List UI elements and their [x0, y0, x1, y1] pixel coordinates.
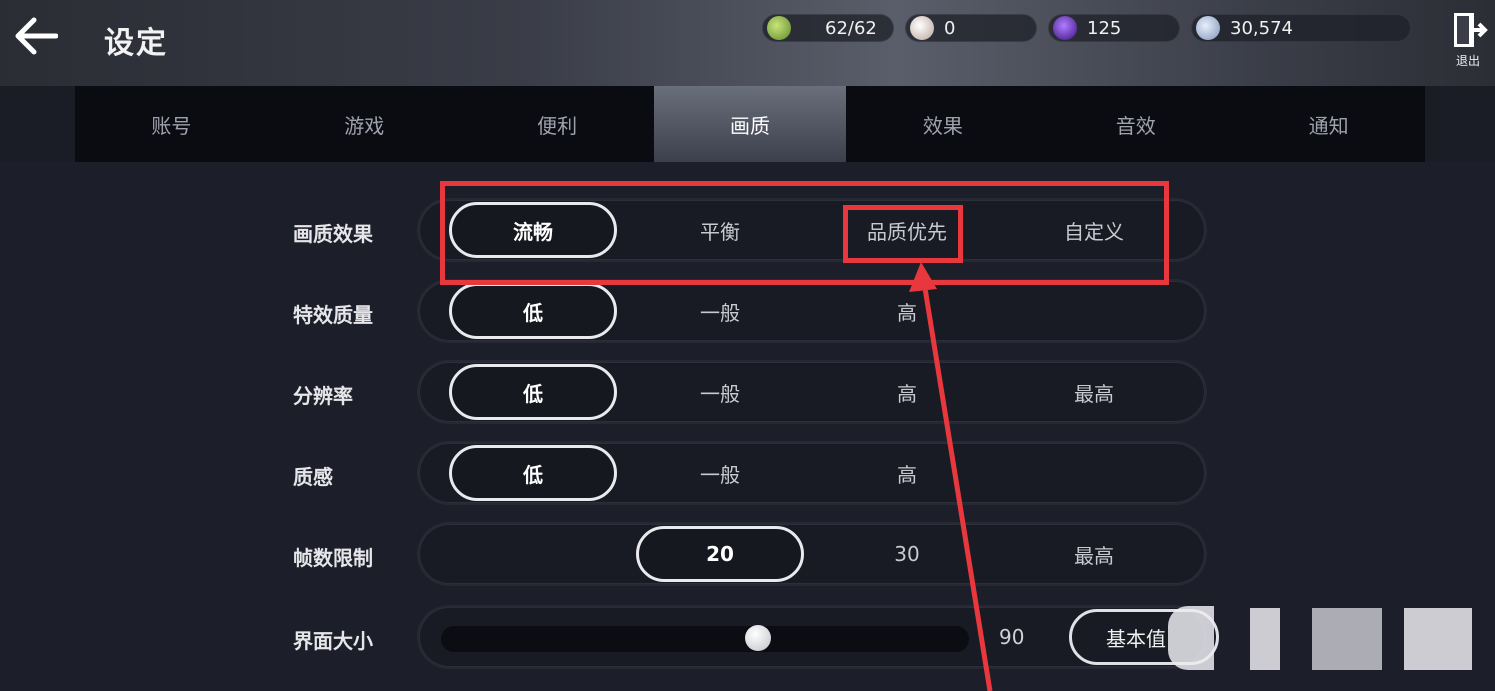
- watermark-block: [1250, 608, 1280, 670]
- ui-size-label: 界面大小: [293, 629, 373, 653]
- exit-door-icon: [1454, 13, 1488, 47]
- resolution-option-highest[interactable]: 最高: [1010, 362, 1178, 422]
- resolution-option-high[interactable]: 高: [823, 362, 991, 422]
- quality-preset-label: 画质效果: [293, 222, 373, 246]
- effect-quality-option-normal[interactable]: 一般: [636, 281, 804, 341]
- ui-size-control: 90 基本值: [417, 605, 1219, 669]
- back-button[interactable]: [10, 14, 60, 58]
- texture-option-high[interactable]: 高: [823, 443, 991, 503]
- quality-preset-option-custom[interactable]: 自定义: [1010, 200, 1178, 260]
- silver-coin-icon: [1196, 16, 1220, 40]
- quality-preset-selector: 流畅 平衡 品质优先 自定义: [417, 198, 1207, 262]
- quality-preset-option-balanced[interactable]: 平衡: [636, 200, 804, 260]
- resource-coin-value: 30,574: [1230, 17, 1293, 39]
- resource-crystal[interactable]: 125: [1048, 14, 1180, 42]
- watermark-block: [1404, 608, 1472, 670]
- frame-limit-selector: 20 30 最高: [417, 522, 1207, 586]
- tab-convenience[interactable]: 便利: [461, 86, 654, 162]
- resolution-option-low[interactable]: 低: [449, 364, 617, 420]
- quality-preset-option-quality[interactable]: 品质优先: [823, 200, 991, 260]
- resource-stamina-value: 62/62: [825, 17, 877, 39]
- resolution-label: 分辨率: [293, 384, 353, 408]
- texture-option-normal[interactable]: 一般: [636, 443, 804, 503]
- texture-option-low[interactable]: 低: [449, 445, 617, 501]
- resource-pearl-value: 0: [944, 17, 956, 39]
- effect-quality-option-low[interactable]: 低: [449, 283, 617, 339]
- tab-account[interactable]: 账号: [75, 86, 268, 162]
- quality-preset-option-smooth[interactable]: 流畅: [449, 202, 617, 258]
- tab-graphics[interactable]: 画质: [653, 86, 847, 162]
- effect-quality-selector: 低 一般 高: [417, 279, 1207, 343]
- resource-stamina[interactable]: 62/62: [762, 14, 894, 42]
- texture-label: 质感: [293, 465, 333, 489]
- tab-sound[interactable]: 音效: [1039, 86, 1232, 162]
- texture-selector: 低 一般 高: [417, 441, 1207, 505]
- back-arrow-icon: [15, 17, 58, 55]
- stamina-icon: [767, 16, 791, 40]
- tab-game[interactable]: 游戏: [268, 86, 461, 162]
- ui-size-value: 90: [999, 625, 1025, 649]
- frame-limit-option-20[interactable]: 20: [636, 526, 804, 582]
- pearl-icon: [910, 16, 934, 40]
- ui-size-slider-track[interactable]: [441, 626, 969, 652]
- top-bar: 设定 62/62 0 125 30,574 退出: [0, 0, 1495, 86]
- frame-limit-label: 帧数限制: [293, 546, 373, 570]
- resource-crystal-value: 125: [1087, 17, 1122, 39]
- tab-notification[interactable]: 通知: [1232, 86, 1425, 162]
- ui-size-slider-handle[interactable]: [744, 625, 771, 651]
- effect-quality-label: 特效质量: [293, 303, 373, 327]
- resource-pearl[interactable]: 0: [905, 14, 1037, 42]
- tab-effects[interactable]: 效果: [846, 86, 1039, 162]
- watermark-block: [1168, 606, 1214, 670]
- effect-quality-option-high[interactable]: 高: [823, 281, 991, 341]
- watermark-block: [1312, 608, 1382, 670]
- page-title: 设定: [104, 26, 168, 61]
- exit-button[interactable]: 退出: [1446, 10, 1490, 72]
- frame-limit-option-30[interactable]: 30: [823, 524, 991, 584]
- purple-crystal-icon: [1053, 16, 1077, 40]
- exit-label: 退出: [1455, 54, 1480, 68]
- resource-coin[interactable]: 30,574: [1191, 14, 1411, 42]
- settings-tabs: 账号 游戏 便利 画质 效果 音效 通知: [75, 86, 1425, 162]
- resolution-option-normal[interactable]: 一般: [636, 362, 804, 422]
- resolution-selector: 低 一般 高 最高: [417, 360, 1207, 424]
- frame-limit-option-highest[interactable]: 最高: [1010, 524, 1178, 584]
